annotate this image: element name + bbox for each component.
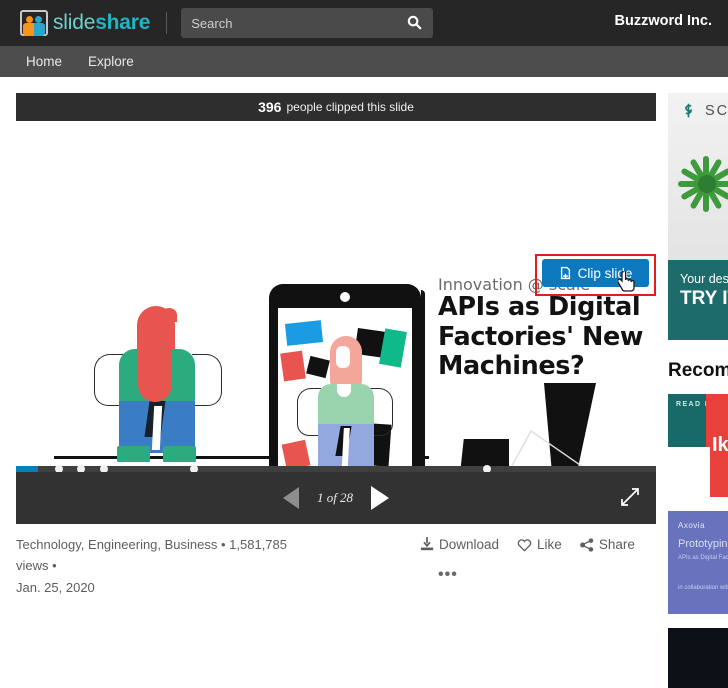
share-icon <box>579 537 594 552</box>
recommended-title-2: Prototyping the APIs ecosystem <box>678 538 728 550</box>
fullscreen-expand-icon[interactable] <box>620 487 640 507</box>
recommended-thumbnail-3 <box>668 628 728 688</box>
more-options-button[interactable]: ••• <box>438 566 458 584</box>
scribd-ad-line2: TRY IT FREE <box>680 288 728 309</box>
logo-text-light: slide <box>53 11 96 34</box>
recommended-footer-2: in collaboration with FABERNOVEL <box>678 585 728 591</box>
clipped-count-label: people clipped this slide <box>286 100 414 114</box>
recommended-title-1: Ikigai <box>712 434 728 456</box>
illustration-phone <box>269 284 425 466</box>
nav-item-explore[interactable]: Explore <box>88 54 134 69</box>
phone-screen <box>278 308 412 466</box>
right-sidebar: SCRIBD Your destination for TRY IT FREE <box>668 93 728 688</box>
slideshare-people-icon <box>20 10 48 36</box>
download-button[interactable]: Download <box>420 537 499 552</box>
clip-add-icon <box>559 266 572 280</box>
logo-text-bold: share <box>95 11 151 34</box>
nav-item-home[interactable]: Home <box>26 54 62 69</box>
scribd-ad-image: SCRIBD <box>668 93 728 260</box>
recommended-item-2[interactable]: Axovia Prototyping the APIs ecosystem AP… <box>668 511 728 614</box>
recommended-subtitle-2: APIs as Digital Factories <box>678 555 728 561</box>
scribd-brand-text: SCRIBD <box>705 102 728 119</box>
recommended-heading: Recommended <box>668 360 728 381</box>
slide-action-buttons: Download Like Share <box>420 537 635 552</box>
main-content-column: 396 people clipped this slide Innovation… <box>16 93 656 524</box>
download-label: Download <box>439 537 500 552</box>
search-input[interactable] <box>181 9 392 37</box>
phone-camera-dot <box>340 292 350 302</box>
illustration-person-phone <box>297 336 393 466</box>
recommended-item-1[interactable]: READ IT ON Ikigai <box>668 394 728 497</box>
illustration-person-left <box>91 306 226 462</box>
slide-categories-views: Technology, Engineering, Business • 1,58… <box>16 537 287 574</box>
header-divider <box>166 12 168 34</box>
share-button[interactable]: Share <box>579 537 635 552</box>
recommended-thumbnail-1: READ IT ON Ikigai <box>668 394 728 497</box>
slide-viewer[interactable]: Innovation @ scale APIs as Digital Facto… <box>16 121 656 466</box>
like-label: Like <box>537 537 562 552</box>
slide-title-text: APIs as Digital Factories' New Machines? <box>438 292 644 382</box>
main-navigation: Home Explore <box>0 46 728 77</box>
slideshare-wordmark: slideshare <box>53 11 150 35</box>
scribd-ad-line1: Your destination for <box>680 272 728 286</box>
download-icon <box>420 537 434 551</box>
scribd-logo: SCRIBD <box>680 102 728 119</box>
slide-date: Jan. 25, 2020 <box>16 579 95 595</box>
search-icon[interactable] <box>406 14 423 31</box>
search-box[interactable] <box>181 8 434 38</box>
slideshare-logo[interactable]: slideshare <box>20 10 150 36</box>
slide-shape-diagonal-lines <box>471 421 656 466</box>
recommended-item-3[interactable] <box>668 628 728 688</box>
plant-photo <box>674 151 728 219</box>
recommended-brand-2: Axovia <box>678 521 706 530</box>
slide-counter: 1 of 28 <box>316 490 354 505</box>
clipped-count-banner: 396 people clipped this slide <box>16 93 656 121</box>
top-header-bar: slideshare Buzzword Inc. <box>0 0 728 46</box>
scribd-ad-card[interactable]: SCRIBD Your destination for TRY IT FREE <box>668 93 728 340</box>
previous-slide-button[interactable] <box>283 487 299 509</box>
account-name[interactable]: Buzzword Inc. <box>615 13 712 29</box>
clipped-count: 396 <box>258 99 282 115</box>
pointing-hand-cursor <box>617 270 636 293</box>
heart-icon <box>517 538 532 552</box>
next-slide-button[interactable] <box>371 486 389 510</box>
scribd-ad-caption: Your destination for TRY IT FREE <box>668 260 728 340</box>
scribd-logo-icon <box>680 102 697 119</box>
recommended-thumbnail-2: Axovia Prototyping the APIs ecosystem AP… <box>668 511 728 614</box>
share-label: Share <box>598 537 635 552</box>
slide-meta-text: Technology, Engineering, Business • 1,58… <box>16 534 316 598</box>
slide-navigation-bar: 1 of 28 <box>16 472 656 524</box>
like-button[interactable]: Like <box>517 537 562 552</box>
